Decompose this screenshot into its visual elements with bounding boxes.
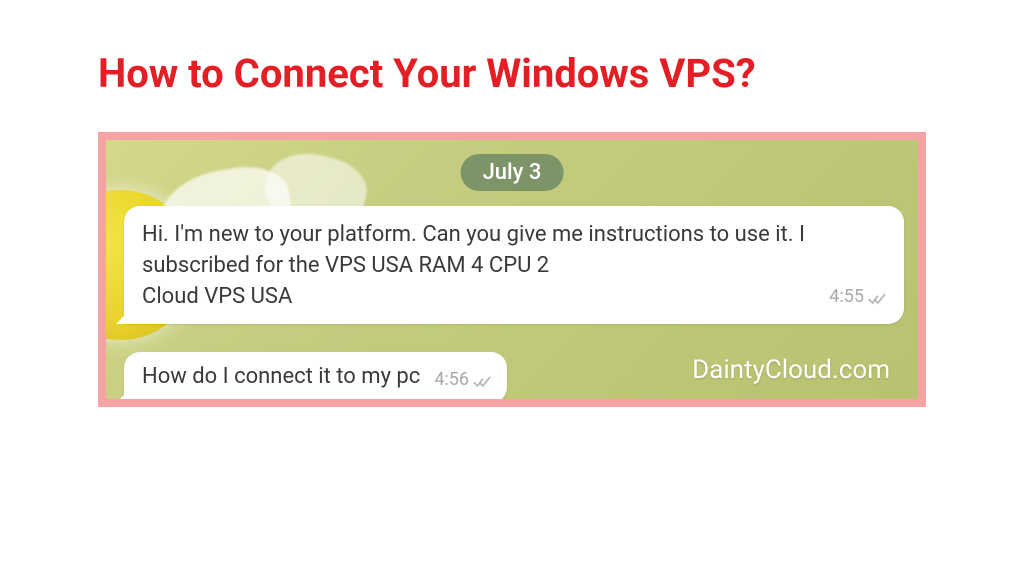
chat-message-text: Hi. I'm new to your platform. Can you gi… <box>142 222 805 309</box>
time-label: 4:55 <box>829 286 864 307</box>
page-title: How to Connect Your Windows VPS? <box>0 0 1024 97</box>
time-label: 4:56 <box>434 369 469 390</box>
double-check-icon <box>868 289 886 303</box>
chat-screenshot-frame: July 3 Hi. I'm new to your platform. Can… <box>98 132 926 407</box>
chat-message-time: 4:55 <box>829 286 886 307</box>
watermark-text: DaintyCloud.com <box>692 355 890 385</box>
chat-message-time: 4:56 <box>434 369 491 390</box>
date-badge: July 3 <box>461 154 564 191</box>
chat-message-bubble: How do I connect it to my pc 4:56 <box>124 352 507 403</box>
chat-message-text: How do I connect it to my pc <box>142 362 420 393</box>
chat-message-bubble: Hi. I'm new to your platform. Can you gi… <box>124 206 904 324</box>
double-check-icon <box>473 373 491 387</box>
